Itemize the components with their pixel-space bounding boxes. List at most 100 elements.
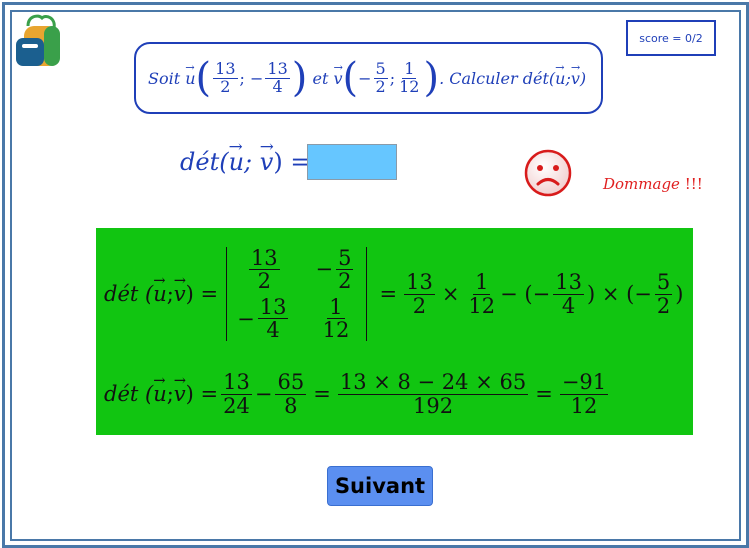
equals-sign: = — [313, 382, 331, 406]
fraction-numerator: 5 — [336, 245, 354, 270]
vector-v: v — [571, 61, 580, 88]
fraction-numerator: 13 — [213, 58, 238, 79]
paren-close: ) — [579, 68, 587, 88]
term-fraction: 13 × 8 − 24 × 65 192 — [337, 370, 529, 418]
v-x-fraction: 52 — [373, 58, 388, 96]
question-box: Soit u ( 132 ; − 134 ) et v ( − 52 ; 112… — [134, 42, 603, 114]
fraction-denominator: 12 — [468, 293, 496, 318]
fraction-numerator: 1 — [327, 295, 345, 320]
answer-input[interactable] — [307, 144, 397, 180]
minus-sign: − — [237, 306, 255, 331]
fraction-numerator: 1 — [473, 270, 491, 295]
fraction-numerator: 65 — [275, 370, 307, 395]
fraction-denominator: 4 — [561, 293, 576, 318]
vector-u: u — [153, 272, 167, 306]
vector-u: u — [153, 372, 167, 406]
det-prefix: dét( — [180, 148, 229, 176]
fraction-denominator: 192 — [412, 393, 454, 418]
feedback-exclamation: !!! — [684, 175, 703, 193]
result-fraction: −91 12 — [559, 371, 609, 418]
fraction-numerator: 13 × 8 − 24 × 65 — [337, 370, 529, 395]
u-x-fraction: 13 2 — [213, 58, 238, 96]
fraction-denominator: 12 — [322, 318, 350, 343]
minus-paren-open: − (− — [500, 282, 551, 306]
determinant-matrix: 13 2 −5 2 −13 4 1 12 — [226, 247, 368, 341]
term-fraction: 52 — [654, 270, 673, 318]
fraction-denominator: 12 — [399, 76, 420, 96]
next-button[interactable]: Suivant — [327, 466, 433, 506]
fraction-numerator: 13 — [265, 58, 290, 79]
paren-open: ( — [342, 55, 359, 101]
matrix-cell-22: 1 12 — [315, 296, 356, 341]
u-y-fraction: 13 4 — [265, 58, 290, 96]
score-display: score = 0/2 — [626, 20, 716, 56]
fraction-denominator: 12 — [570, 393, 598, 418]
equals-sign: ) = — [185, 382, 219, 406]
fraction-denominator: 24 — [223, 393, 250, 418]
fraction-numerator: 13 — [221, 370, 252, 395]
question-prefix: Soit — [148, 68, 181, 88]
det-prefix: dét ( — [104, 382, 154, 406]
vector-v: v — [174, 272, 186, 306]
minus-sign: − — [315, 257, 334, 282]
paren-open: ( — [195, 55, 212, 101]
term-fraction: 13 24 — [221, 370, 252, 418]
det-prefix: dét ( — [104, 282, 154, 306]
fraction-denominator: 2 — [220, 76, 231, 96]
fraction-denominator: 2 — [338, 268, 352, 293]
equals-sign: ) = — [185, 282, 219, 306]
fraction-numerator: 1 — [402, 58, 417, 79]
feedback-message: Dommage !!! — [603, 175, 703, 193]
v-y-fraction: 1 12 — [397, 58, 421, 96]
term-fraction: 1 12 — [466, 271, 497, 316]
matrix-cell-12: −5 2 — [315, 247, 356, 292]
matrix-cell-11: 13 2 — [237, 247, 291, 292]
paren-close: ) — [675, 282, 684, 306]
separator: ; — [389, 68, 396, 88]
equals-sign: = — [379, 282, 398, 306]
fraction-denominator: 2 — [257, 268, 271, 293]
separator: ; — [244, 148, 260, 176]
feedback-text: Dommage — [603, 175, 680, 193]
separator: ; − — [239, 68, 264, 88]
matrix-cell-21: −13 4 — [237, 296, 291, 341]
vector-v: v — [333, 61, 342, 88]
conjunction: et — [312, 68, 329, 88]
vector-u: u — [229, 136, 244, 176]
times-sign: × — [441, 282, 460, 306]
term-fraction: 13 4 — [553, 270, 584, 318]
fraction-denominator: 4 — [272, 76, 283, 96]
fraction-denominator: 2 — [375, 76, 386, 96]
fraction-denominator: 4 — [266, 318, 280, 343]
fraction-numerator: 13 — [248, 245, 280, 270]
solution-panel: dét (u; v) = 132 −52 −134 112 = 132 × 11… — [96, 228, 693, 435]
vector-u: u — [555, 61, 565, 88]
paren-close: ) — [291, 55, 308, 101]
fraction-numerator: 13 — [257, 295, 289, 320]
minus-sign: − — [254, 382, 273, 406]
minus-sign: − — [358, 68, 372, 88]
backpack-icon — [16, 14, 60, 66]
paren-close: ) — [423, 55, 440, 101]
fraction-denominator: 2 — [412, 293, 427, 318]
paren-times-paren: ) × (− — [586, 282, 652, 306]
solution-row-result: dét (u; v) = 1324 − 658 = 13 × 8 − 24 × … — [104, 360, 611, 428]
sad-face-icon — [524, 149, 572, 197]
equals-sign: = — [535, 382, 553, 406]
fraction-numerator: 13 — [404, 270, 435, 295]
separator: ; — [166, 382, 174, 406]
vector-v: v — [174, 372, 186, 406]
fraction-denominator: 2 — [656, 293, 671, 318]
answer-label: dét(u; v) = — [180, 136, 311, 176]
question-instruction: . Calculer dét( — [439, 68, 556, 88]
separator: ; — [166, 282, 174, 306]
term-fraction: 65 8 — [275, 370, 307, 417]
equals-sign: ) = — [273, 148, 311, 176]
vector-v: v — [260, 136, 274, 176]
fraction-numerator: 5 — [373, 58, 388, 79]
solution-row-determinant: dét (u; v) = 132 −52 −134 112 = 132 × 11… — [104, 232, 683, 356]
fraction-numerator: 13 — [553, 270, 584, 295]
fraction-numerator: 5 — [654, 270, 673, 295]
vector-u: u — [185, 61, 195, 88]
term-fraction: 13 2 — [404, 270, 435, 318]
